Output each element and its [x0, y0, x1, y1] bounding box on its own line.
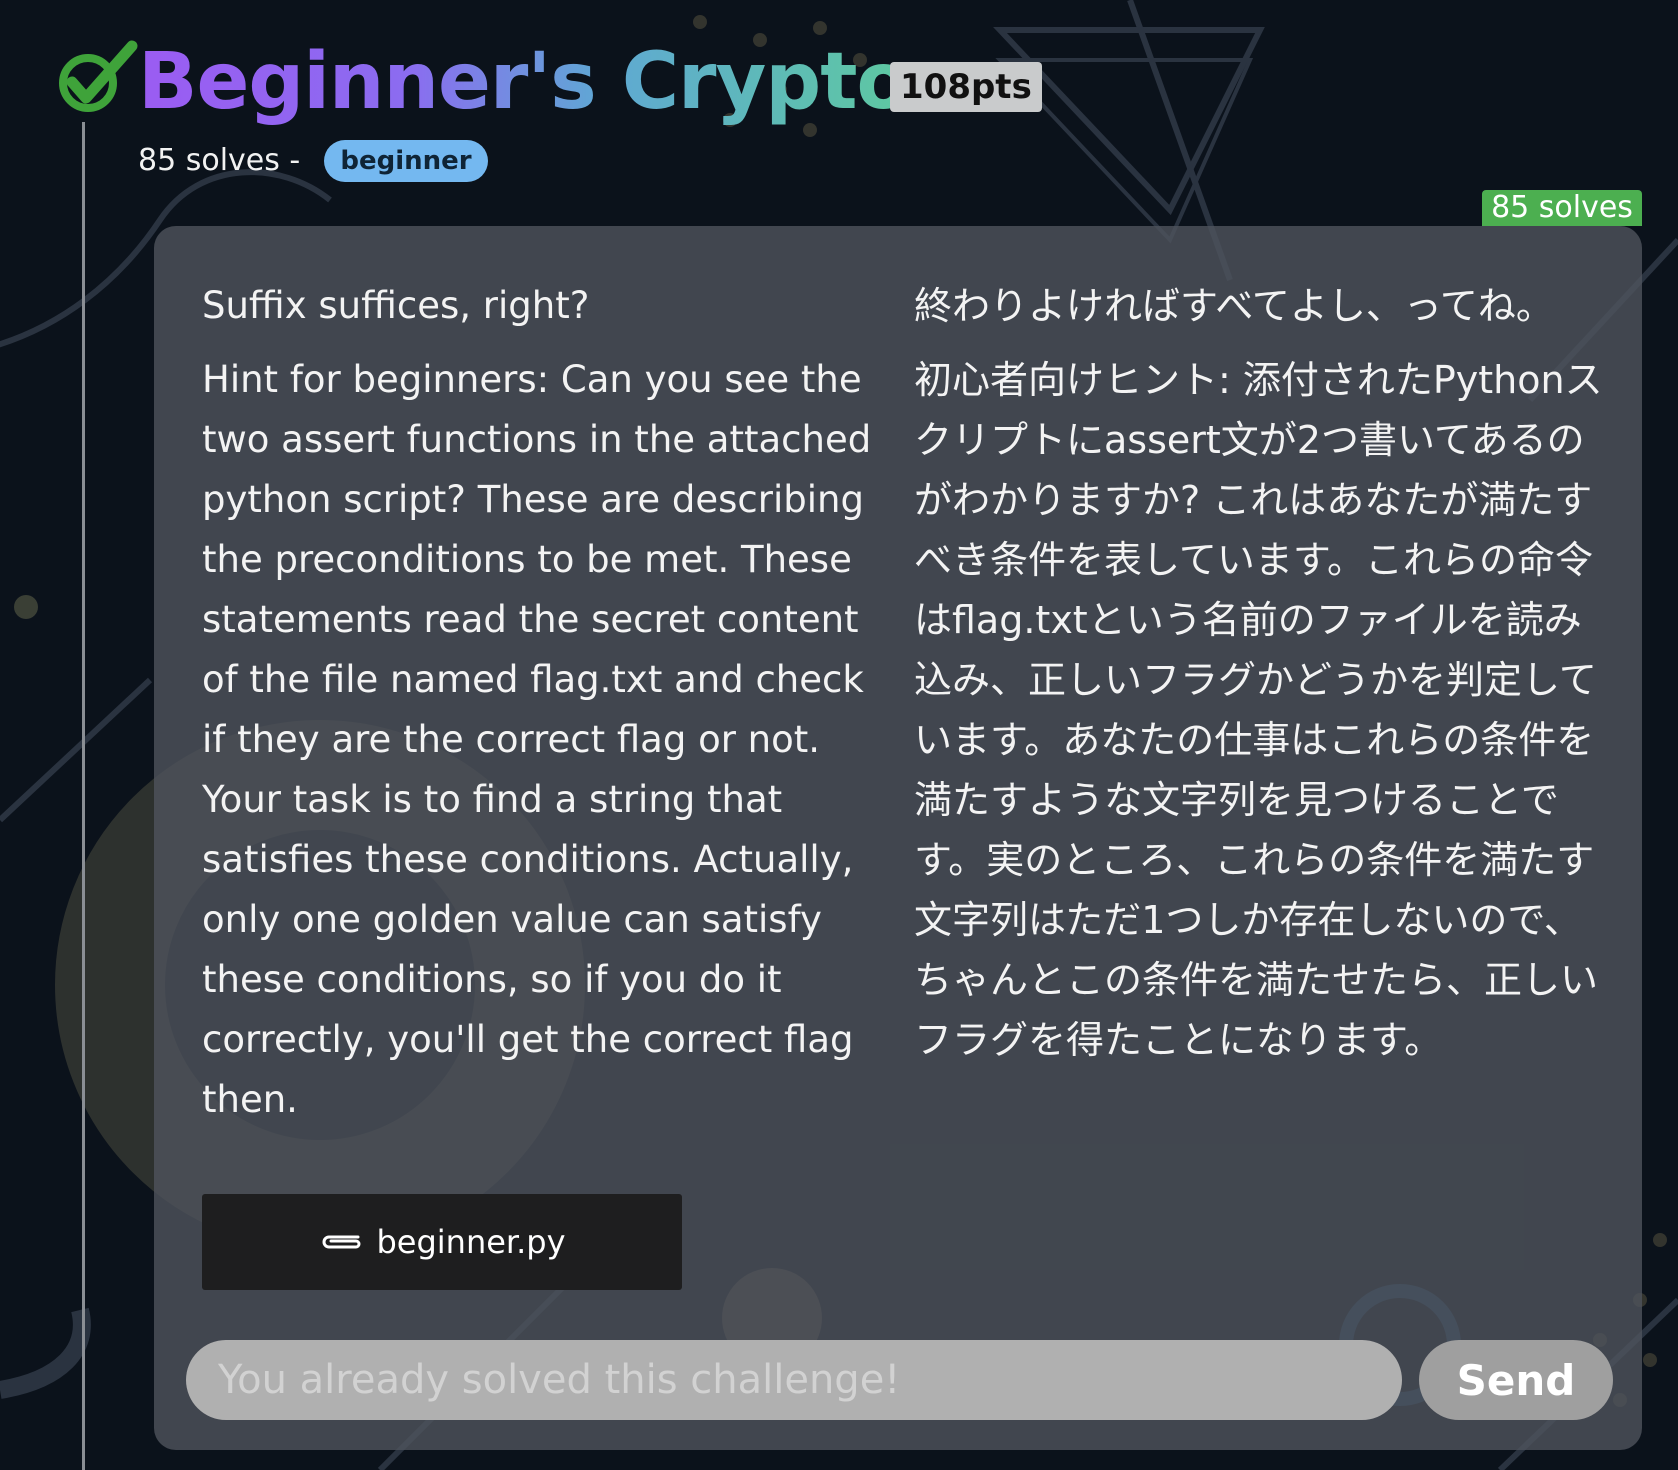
challenge-title: Beginner's Crypto — [138, 22, 910, 142]
challenge-card: Suffix suffices, right? Hint for beginne… — [154, 226, 1642, 1450]
send-button[interactable]: Send — [1419, 1340, 1613, 1420]
points-badge: 108pts — [890, 62, 1042, 112]
description-english: Suffix suffices, right? Hint for beginne… — [202, 274, 882, 1130]
solved-check-icon — [59, 40, 138, 112]
description-hint-en: Hint for beginners: Can you see the two … — [202, 358, 872, 1121]
attachment-filename: beginner.py — [376, 1223, 566, 1261]
description-lead-ja: 終わりよければすべてよし、ってね。 — [914, 284, 1554, 328]
solves-badge: 85 solves — [1482, 190, 1642, 226]
category-tag[interactable]: beginner — [324, 140, 488, 182]
description-japanese: 終わりよければすべてよし、ってね。 初心者向けヒント: 添付されたPythonス… — [914, 274, 1604, 1070]
solves-count: 85 solves - — [138, 143, 301, 178]
attachment-button[interactable]: beginner.py — [202, 1194, 682, 1290]
flag-input[interactable] — [186, 1340, 1402, 1420]
description-hint-ja: 初心者向けヒント: 添付されたPythonスクリプトにassert文が2つ書いて… — [914, 358, 1603, 1062]
description-lead-en: Suffix suffices, right? — [202, 284, 590, 327]
paperclip-icon — [323, 1235, 361, 1249]
timeline-line — [82, 122, 85, 1470]
